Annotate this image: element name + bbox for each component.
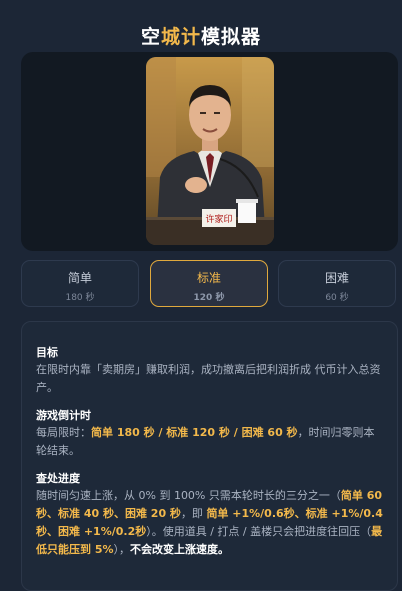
timer-text: 每局限时：简单 180 秒 / 标准 120 秒 / 困难 60 秒，时间归零则… bbox=[36, 424, 383, 460]
difficulty-time: 180 秒 bbox=[65, 293, 95, 303]
timer-text-a: 每局限时： bbox=[36, 426, 91, 439]
difficulty-standard-button[interactable]: 标准 120 秒 bbox=[150, 260, 268, 307]
progress-text-7: ）， bbox=[113, 543, 131, 556]
timer-values: 简单 180 秒 / 标准 120 秒 / 困难 60 秒 bbox=[91, 426, 298, 439]
difficulty-time: 120 秒 bbox=[193, 293, 225, 303]
character-portrait: 许家印 bbox=[146, 57, 274, 245]
progress-text-3: ，即 bbox=[180, 507, 207, 520]
difficulty-easy-button[interactable]: 简单 180 秒 bbox=[21, 260, 139, 307]
difficulty-time: 60 秒 bbox=[325, 293, 349, 303]
progress-title: 查处进度 bbox=[36, 472, 80, 485]
difficulty-label: 简单 bbox=[67, 271, 92, 285]
rules-panel: 目标 在限时内靠「卖期房」赚取利润，成功撤离后把利润折成 代币计入总资产。 游戏… bbox=[21, 321, 398, 591]
progress-text-5: ）。使用道具 / 打点 / 盖楼只会把进度往回压（ bbox=[146, 525, 372, 538]
progress-text: 随时间匀速上涨，从 0% 到 100% 只需本轮时长的三分之一（简单 60 秒、… bbox=[36, 487, 383, 559]
goal-title: 目标 bbox=[36, 346, 58, 359]
progress-note: 不会改变上涨速度。 bbox=[130, 543, 230, 556]
difficulty-hard-button[interactable]: 困难 60 秒 bbox=[278, 260, 396, 307]
title-part-2: 模拟器 bbox=[201, 26, 262, 48]
goal-text: 在限时内靠「卖期房」赚取利润，成功撤离后把利润折成 代币计入总资产。 bbox=[36, 363, 381, 394]
timer-title: 游戏倒计时 bbox=[36, 409, 91, 422]
difficulty-label: 标准 bbox=[196, 271, 221, 285]
title-highlight: 城计 bbox=[160, 26, 201, 48]
difficulty-label: 困难 bbox=[324, 271, 349, 285]
progress-text-1: 随时间匀速上涨，从 0% 到 100% 只需本轮时长的三分之一（ bbox=[36, 489, 341, 502]
title-part-1: 空 bbox=[140, 26, 161, 48]
nameplate-text: 许家印 bbox=[205, 213, 232, 225]
difficulty-selector: 简单 180 秒 标准 120 秒 困难 60 秒 bbox=[21, 260, 398, 309]
character-panel: 许家印 bbox=[21, 52, 398, 251]
page-title: 空城计模拟器 bbox=[0, 22, 402, 49]
